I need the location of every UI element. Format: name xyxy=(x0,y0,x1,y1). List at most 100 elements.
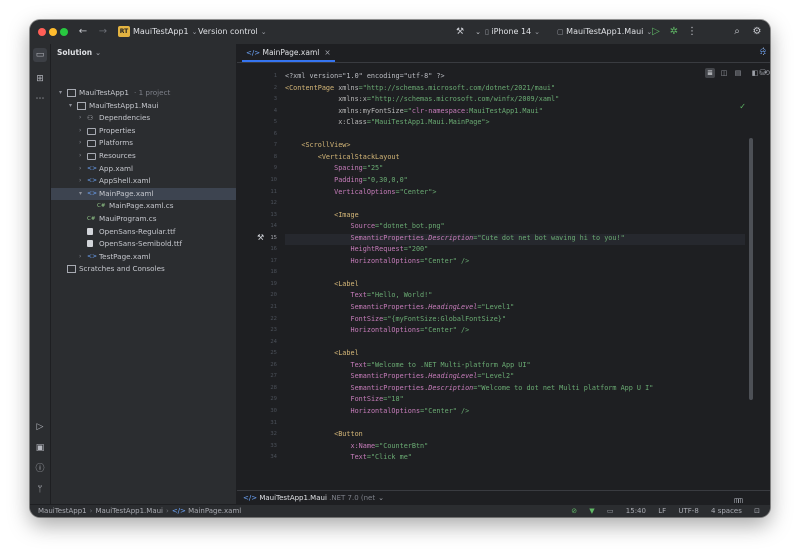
code-line[interactable]: SemanticProperties.Description="Cute dot… xyxy=(285,234,624,242)
code-view-icon[interactable]: ≣ xyxy=(705,68,715,78)
tree-item[interactable]: OpenSans-Regular.ttf xyxy=(51,226,236,238)
code-line[interactable]: Text="Click me" xyxy=(285,453,411,461)
chevron-right-icon[interactable]: › xyxy=(79,251,81,263)
status-crumb-solution[interactable]: MauiTestApp1 xyxy=(38,507,87,515)
run-icon[interactable]: ▷ xyxy=(649,20,663,44)
code-line[interactable]: x:Name="CounterBtn" xyxy=(285,442,428,450)
close-tab-icon[interactable]: × xyxy=(324,48,330,57)
code-line[interactable]: <Label xyxy=(285,349,359,357)
chevron-down-icon[interactable]: ▾ xyxy=(69,100,72,112)
code-line[interactable]: FontSize="18" xyxy=(285,395,403,403)
code-line[interactable]: SemanticProperties.HeadingLevel="Level1" xyxy=(285,303,514,311)
tree-item[interactable]: › Resources xyxy=(51,150,236,162)
chevron-right-icon[interactable]: › xyxy=(79,125,81,137)
back-arrow-icon[interactable]: ← xyxy=(76,20,90,44)
tree-item[interactable]: C# MainPage.xaml.cs xyxy=(51,200,236,212)
code-line[interactable]: SemanticProperties.Description="Welcome … xyxy=(285,384,653,392)
status-crumb-project[interactable]: MauiTestApp1.Maui xyxy=(95,507,163,515)
preview-view-icon[interactable]: ▤ xyxy=(733,68,743,78)
project-switcher[interactable]: RT MauiTestApp1 ⌄ xyxy=(118,20,197,44)
more-vertical-icon[interactable]: ⋮ xyxy=(685,20,699,44)
run-services-icon[interactable]: ▷ xyxy=(33,420,47,434)
inspection-ok-icon[interactable]: ⊘ xyxy=(571,507,577,515)
indent-setting[interactable]: 4 spaces xyxy=(711,507,742,515)
tree-item[interactable]: › <> TestPage.xaml xyxy=(51,251,236,263)
code-line[interactable]: <ScrollView> xyxy=(285,141,350,149)
code-line[interactable]: Source="dotnet_bot.png" xyxy=(285,222,444,230)
git-branch-icon[interactable]: ᛘ xyxy=(33,483,47,497)
editor-scrollbar[interactable] xyxy=(749,138,753,400)
tree-item[interactable]: ▾ MauiTestApp1 · 1 project xyxy=(51,87,236,99)
chevron-right-icon[interactable]: › xyxy=(79,137,81,149)
tree-item[interactable]: › <> AppShell.xaml xyxy=(51,175,236,187)
run-configuration-selector[interactable]: ▢ MauiTestApp1.Maui ⌄ xyxy=(557,20,652,44)
code-line[interactable]: <Label xyxy=(285,280,359,288)
code-line[interactable]: Padding="0,30,0,0" xyxy=(285,176,408,184)
line-ending[interactable]: LF xyxy=(658,507,666,515)
code-line[interactable]: VerticalOptions="Center"> xyxy=(285,188,436,196)
chevron-down-icon[interactable]: ▾ xyxy=(59,87,62,99)
code-line[interactable]: HorizontalOptions="Center" /> xyxy=(285,257,469,265)
chevron-down-icon[interactable]: ▾ xyxy=(79,188,82,200)
code-line[interactable]: x:Class="MauiTestApp1.Maui.MainPage"> xyxy=(285,118,489,126)
debug-bug-icon[interactable]: ✲ xyxy=(667,20,681,44)
search-icon[interactable]: ⌕ xyxy=(730,20,744,44)
code-line[interactable]: xmlns:myFontSize="clr-namespace:MauiTest… xyxy=(285,107,543,115)
device-selector[interactable]: ▯ iPhone 14 ⌄ xyxy=(485,20,540,44)
tree-item[interactable]: › Properties xyxy=(51,125,236,137)
chevron-right-icon[interactable]: › xyxy=(79,150,81,162)
tree-item[interactable]: ▾ MauiTestApp1.Maui xyxy=(51,100,236,112)
database-icon[interactable]: ⛁ xyxy=(759,68,766,77)
code-line[interactable]: xmlns:x="http://schemas.microsoft.com/wi… xyxy=(285,95,559,103)
minimize-window-button[interactable] xyxy=(49,28,57,36)
code-line[interactable]: <Image xyxy=(285,211,359,219)
chevron-right-icon[interactable]: › xyxy=(79,112,81,124)
notifications-bell-icon[interactable]: ⍾ xyxy=(760,47,766,57)
line-number: 14 xyxy=(270,223,277,230)
terminal-icon[interactable]: ▣ xyxy=(33,441,47,455)
code-line[interactable]: HorizontalOptions="Center" /> xyxy=(285,326,469,334)
code-line[interactable]: FontSize="{myFontSize:GlobalFontSize}" xyxy=(285,315,506,323)
split-view-icon[interactable]: ◫ xyxy=(719,68,729,78)
code-line[interactable]: SemanticProperties.HeadingLevel="Level2" xyxy=(285,372,514,380)
close-window-button[interactable] xyxy=(38,28,46,36)
code-line[interactable]: Spacing="25" xyxy=(285,164,383,172)
code-line[interactable]: <VerticalStackLayout xyxy=(285,153,400,161)
lock-icon[interactable]: ⊡ xyxy=(754,507,760,515)
structure-icon[interactable]: ⊞ xyxy=(33,72,47,86)
tree-item[interactable]: OpenSans-Semibold.ttf xyxy=(51,238,236,250)
tree-item[interactable]: Scratches and Consoles xyxy=(51,263,236,275)
chevron-down-icon[interactable]: ⌄ xyxy=(471,20,485,44)
zoom-window-button[interactable] xyxy=(60,28,68,36)
more-horizontal-icon[interactable]: ⋯ xyxy=(33,92,47,106)
cursor-position[interactable]: 15:40 xyxy=(626,507,646,515)
tree-item[interactable]: › ⚇ Dependencies xyxy=(51,112,236,124)
tree-item[interactable]: › <> App.xaml xyxy=(51,163,236,175)
tree-item[interactable]: ▾ <> MainPage.xaml xyxy=(51,187,236,200)
code-line[interactable]: HeightRequest="200" xyxy=(285,245,428,253)
project-breadcrumb[interactable]: </> MauiTestApp1.Maui .NET 7.0 (net ⌄ xyxy=(243,491,384,505)
solution-panel-header[interactable]: Solution ⌄ xyxy=(57,44,101,61)
chevron-right-icon[interactable]: › xyxy=(79,163,81,175)
forward-arrow-icon[interactable]: → xyxy=(96,20,110,44)
code-line[interactable]: <?xml version="1.0" encoding="utf-8" ?> xyxy=(285,72,445,80)
problems-icon[interactable]: ⓘ xyxy=(33,462,47,476)
settings-gear-icon[interactable]: ⚙ xyxy=(750,20,764,44)
tree-item[interactable]: C# MauiProgram.cs xyxy=(51,213,236,225)
build-hammer-icon[interactable]: ⚒ xyxy=(453,20,467,44)
notifications-icon[interactable]: ▭ xyxy=(607,507,614,515)
folder-icon[interactable]: ▭ xyxy=(33,48,47,62)
code-line[interactable]: <Button xyxy=(285,430,363,438)
tab-mainpage-xaml[interactable]: </> MainPage.xaml × xyxy=(242,44,335,62)
git-status-icon[interactable]: ▼ xyxy=(589,507,594,515)
intention-hammer-icon[interactable]: ⚒ xyxy=(257,233,264,242)
chevron-right-icon[interactable]: › xyxy=(79,175,81,187)
code-line[interactable]: <ContentPage xmlns="http://schemas.micro… xyxy=(285,84,555,92)
code-line[interactable]: HorizontalOptions="Center" /> xyxy=(285,407,469,415)
file-encoding[interactable]: UTF-8 xyxy=(678,507,698,515)
code-line[interactable]: Text="Welcome to .NET Multi-platform App… xyxy=(285,361,530,369)
code-line[interactable]: Text="Hello, World!" xyxy=(285,291,432,299)
tree-item[interactable]: › Platforms xyxy=(51,137,236,149)
version-control-menu[interactable]: Version control ⌄ xyxy=(198,20,267,44)
status-crumb-file[interactable]: MainPage.xaml xyxy=(188,507,241,515)
